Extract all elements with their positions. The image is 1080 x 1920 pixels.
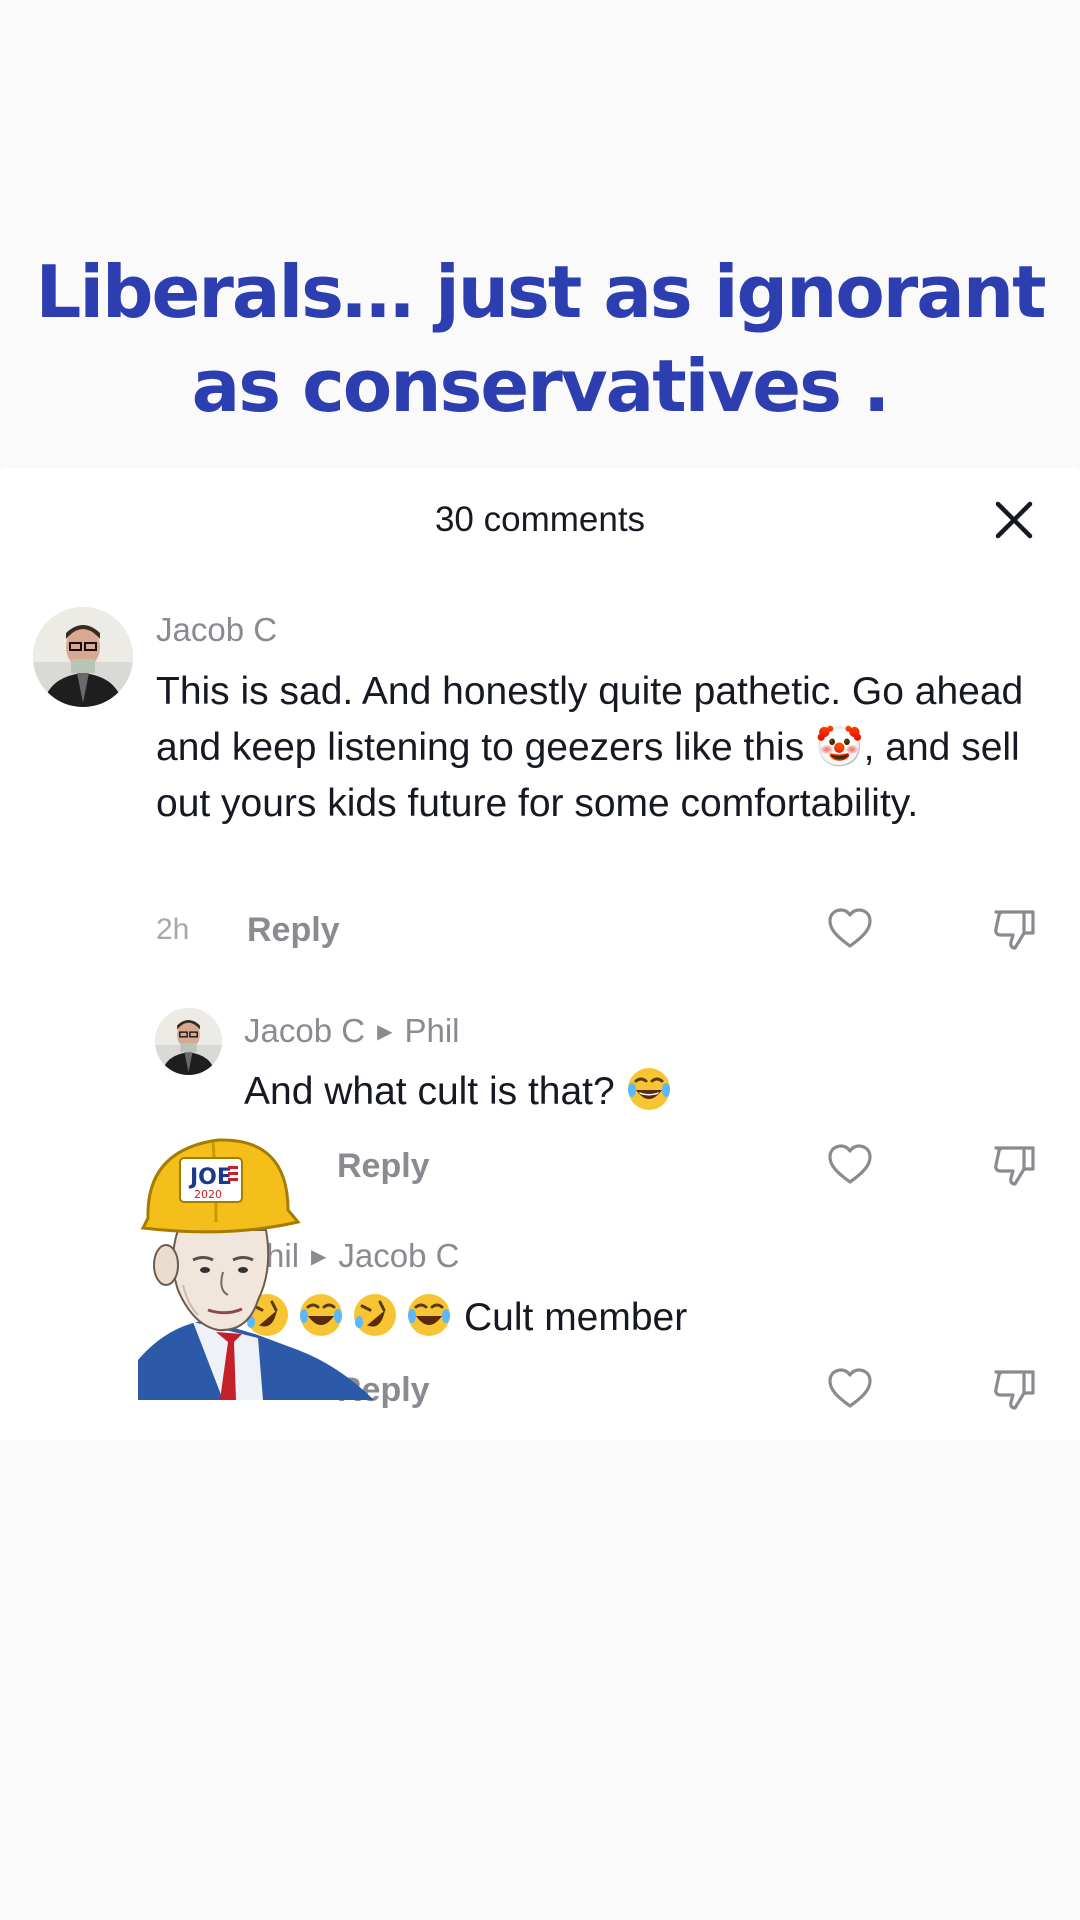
hat-text: JOE (188, 1165, 232, 1190)
video-caption: Liberals… just as ignorant as conservati… (0, 245, 1080, 433)
heart-icon[interactable] (826, 905, 874, 953)
reply-button[interactable]: Reply (247, 910, 340, 950)
thumbs-down-icon[interactable] (990, 905, 1038, 953)
reply-author[interactable]: Jacob C ▶ Phil (244, 1011, 459, 1052)
avatar[interactable] (155, 1008, 222, 1075)
thumbs-down-icon[interactable] (990, 1141, 1038, 1189)
laughing-emoji-icon (406, 1292, 452, 1338)
heart-icon[interactable] (826, 1141, 874, 1189)
heart-icon[interactable] (826, 1365, 874, 1413)
caption-line-1: Liberals… just as ignorant (35, 250, 1046, 334)
comments-count-title: 30 comments (434, 500, 646, 539)
comment-timestamp: 2h (156, 913, 190, 946)
reply-arrow-icon: ▶ (377, 1021, 393, 1043)
clown-emoji: 🤡 (815, 726, 864, 769)
biden-hardhat-sticker: JOE 2020 (138, 1110, 374, 1400)
laughing-emoji-icon (626, 1066, 672, 1112)
caption-line-2: as conservatives . (191, 344, 891, 428)
thumbs-down-icon[interactable] (990, 1365, 1038, 1413)
avatar[interactable] (33, 607, 133, 707)
close-icon[interactable] (990, 496, 1038, 544)
comment-text: This is sad. And honestly quite pathetic… (156, 670, 1024, 825)
hat-year: 2020 (194, 1188, 222, 1201)
comment-author[interactable]: Jacob C (156, 610, 277, 650)
